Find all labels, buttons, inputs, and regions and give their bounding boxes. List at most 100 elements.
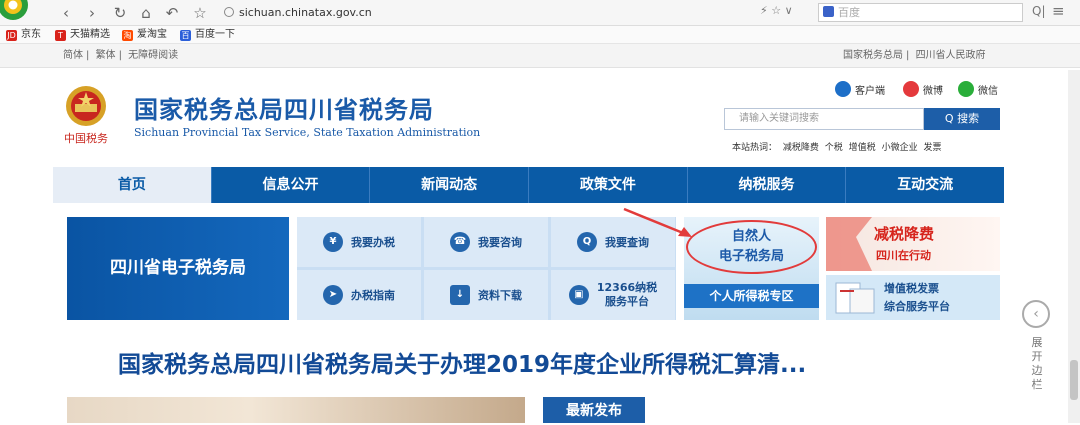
nav-info-disclosure[interactable]: 信息公开: [212, 167, 371, 203]
compass-icon: ➤: [323, 285, 343, 305]
expand-sidebar-icon[interactable]: ‹: [1022, 300, 1050, 328]
undo-icon[interactable]: ↶: [162, 3, 182, 23]
headline-link[interactable]: 国家税务总局四川省税务局关于办理2019年度企业所得税汇算清...: [118, 345, 806, 379]
wechat-link[interactable]: 微信: [958, 81, 998, 97]
box-icon: ▣: [568, 285, 589, 305]
search-icon[interactable]: Q|: [1032, 4, 1046, 18]
scrollbar-thumb[interactable]: [1070, 360, 1078, 400]
site-title: 国家税务总局四川省税务局: [134, 96, 434, 124]
client-link[interactable]: 客户端: [835, 81, 885, 97]
tile-label: 我要咨询: [478, 236, 522, 249]
forward-icon[interactable]: ›: [82, 3, 102, 23]
jd-icon: JD: [6, 29, 17, 41]
link-sichuan-gov[interactable]: 四川省人民政府: [916, 50, 986, 61]
tile-line2: 四川在行动: [876, 249, 931, 262]
nav-news[interactable]: 新闻动态: [370, 167, 530, 203]
utility-bar: 简体 | 繁体 | 无障碍阅读 国家税务总局 | 四川省人民政府: [0, 44, 1080, 68]
link-sta[interactable]: 国家税务总局: [843, 50, 903, 61]
tile-line2: 综合服务平台: [884, 300, 950, 313]
link-accessibility[interactable]: 无障碍阅读: [128, 50, 178, 61]
latest-release-tab[interactable]: 最新发布: [543, 397, 645, 423]
client-label: 客户端: [855, 85, 885, 97]
bookmark-label: 天猫精选: [70, 29, 110, 40]
tile-label-line2: 服务平台: [605, 295, 649, 308]
national-emblem-logo[interactable]: 中国税务: [53, 82, 119, 146]
headset-icon: ☎: [450, 232, 470, 252]
link-simplified[interactable]: 简体: [63, 50, 83, 61]
baidu-icon: 百: [180, 29, 191, 41]
taobao-icon: 淘: [122, 29, 133, 41]
bookmark-tmall[interactable]: T 天猫精选: [55, 26, 110, 44]
bookmark-label: 爱淘宝: [137, 29, 167, 40]
hot-word[interactable]: 发票: [923, 143, 941, 153]
flag-graphic-icon: [826, 217, 872, 271]
tile-label: 办税指南: [351, 289, 395, 302]
highlight-oval: [686, 220, 817, 274]
client-icon: [835, 81, 851, 97]
hot-word[interactable]: 减税降费: [783, 143, 819, 153]
etax-bureau-tile[interactable]: 四川省电子税务局: [67, 217, 289, 320]
hot-word[interactable]: 个税: [825, 143, 843, 153]
main-nav: 首页 信息公开 新闻动态 政策文件 纳税服务 互动交流: [53, 167, 1004, 203]
side-char: 开: [1031, 350, 1043, 363]
menu-icon[interactable]: ≡: [1052, 2, 1065, 20]
hot-word[interactable]: 小微企业: [882, 143, 918, 153]
url-text: sichuan.chinatax.gov.cn: [239, 6, 372, 19]
wechat-icon: [958, 81, 974, 97]
download-icon: ↓: [450, 285, 470, 305]
tax-cut-tile[interactable]: 减税降费 四川在行动: [826, 217, 1000, 271]
address-actions[interactable]: ⚡ ☆ ∨: [760, 4, 793, 17]
site-search-input[interactable]: 请输入关键词搜索: [724, 108, 924, 130]
tile-consult[interactable]: ☎ 我要咨询: [424, 217, 548, 267]
expand-sidebar-label[interactable]: 展 开 边 栏: [1030, 336, 1044, 392]
browser-search-placeholder: 百度: [838, 6, 860, 19]
hot-words: 本站热词： 减税降费 个税 增值税 小微企业 发票: [732, 140, 944, 153]
weibo-label: 微博: [923, 85, 943, 97]
info-icon: [224, 7, 234, 17]
weibo-link[interactable]: 微博: [903, 81, 943, 97]
query-icon: Q: [577, 232, 597, 252]
nav-tax-service[interactable]: 纳税服务: [688, 167, 847, 203]
tile-label: 我要办税: [351, 236, 395, 249]
browser-logo-icon[interactable]: [0, 0, 40, 26]
tile-line1: 减税降费: [874, 225, 935, 243]
wechat-label: 微信: [978, 85, 998, 97]
bookmark-label: 百度一下: [195, 29, 235, 40]
hot-label: 本站热词：: [732, 143, 778, 153]
link-traditional[interactable]: 繁体: [96, 50, 116, 61]
bookmark-aitaobao[interactable]: 淘爱淘宝: [122, 26, 167, 44]
back-icon[interactable]: ‹: [56, 3, 76, 23]
bookmark-baidu[interactable]: 百百度一下: [180, 26, 235, 44]
nav-policy[interactable]: 政策文件: [529, 167, 688, 203]
tile-guide[interactable]: ➤ 办税指南: [297, 270, 421, 320]
tile-label: 资料下载: [478, 289, 522, 302]
weibo-icon: [903, 81, 919, 97]
nav-home[interactable]: 首页: [53, 167, 212, 203]
browser-search-field[interactable]: 百度: [818, 3, 1023, 22]
invoice-icon: [835, 282, 875, 314]
address-bar[interactable]: sichuan.chinatax.gov.cn: [224, 4, 824, 22]
nav-interaction[interactable]: 互动交流: [846, 167, 1004, 203]
side-char: 展: [1031, 336, 1043, 349]
site-subtitle: Sichuan Provincial Tax Service, State Ta…: [134, 126, 481, 139]
browser-toolbar: ‹ › ↻ ⌂ ↶ ☆ sichuan.chinatax.gov.cn ⚡ ☆ …: [0, 0, 1080, 26]
bookmark-jd[interactable]: JD 京东: [6, 26, 41, 44]
tile-file-tax[interactable]: ¥ 我要办税: [297, 217, 421, 267]
home-icon[interactable]: ⌂: [136, 3, 156, 23]
tmall-icon: T: [55, 29, 66, 41]
reload-icon[interactable]: ↻: [110, 3, 130, 23]
site-search-button[interactable]: Q 搜索: [924, 108, 1000, 130]
side-char: 边: [1031, 364, 1043, 377]
tile-download[interactable]: ↓ 资料下载: [424, 270, 548, 320]
star-icon[interactable]: ☆: [190, 3, 210, 23]
logo-caption: 中国税务: [64, 131, 108, 145]
bookmarks-bar: JD 京东 T 天猫精选 淘爱淘宝 百百度一下: [0, 26, 1080, 44]
news-photo[interactable]: [67, 397, 525, 423]
natural-person-etax-tile[interactable]: 自然人 电子税务局 个人所得税专区: [684, 217, 819, 320]
iit-zone-banner: 个人所得税专区: [684, 284, 819, 308]
tile-12366[interactable]: ▣ 12366纳税 服务平台: [551, 270, 675, 320]
vat-invoice-tile[interactable]: 增值税发票 综合服务平台: [826, 275, 1000, 320]
tax-icon: ¥: [323, 232, 343, 252]
hot-word[interactable]: 增值税: [849, 143, 876, 153]
bookmark-label: 京东: [21, 29, 41, 40]
